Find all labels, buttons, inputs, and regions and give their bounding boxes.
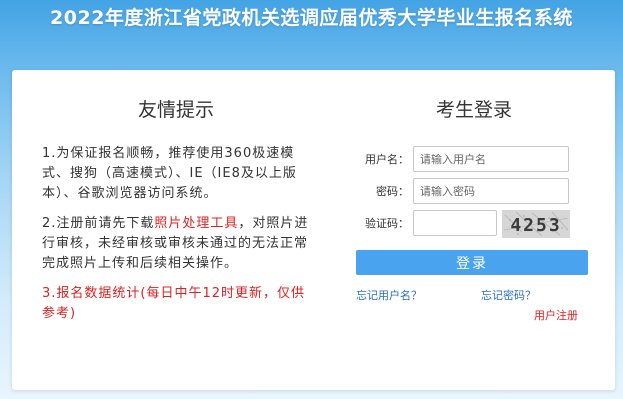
username-row: 用户名：: [354, 146, 594, 174]
notice-item-2-before: 2.注册前请先下载: [42, 216, 155, 231]
notice-item-3-stats-link[interactable]: 3.报名数据统计(每日中午12时更新，仅供参考): [42, 284, 310, 324]
captcha-label: 验证码：: [365, 217, 409, 230]
page-title: 2022年度浙江省党政机关选调应届优秀大学毕业生报名系统: [50, 7, 573, 29]
login-links: 忘记用户名？ 忘记密码？: [356, 289, 588, 303]
password-input[interactable]: [413, 178, 569, 204]
username-input[interactable]: [413, 146, 569, 172]
notice-title: 友情提示: [137, 99, 214, 121]
captcha-input[interactable]: [413, 210, 497, 236]
forgot-password-link[interactable]: 忘记密码？: [481, 289, 536, 303]
notice-panel: 友情提示 1.为保证报名顺畅，推荐使用360极速模式、搜狗（高速模式）、IE（I…: [42, 96, 310, 334]
captcha-row: 验证码： 4253: [354, 210, 594, 238]
notice-item-2: 2.注册前请先下载照片处理工具，对照片进行审核，未经审核或审核未通过的无法正常完…: [42, 214, 310, 274]
login-button[interactable]: 登录: [356, 250, 588, 275]
notice-item-1: 1.为保证报名顺畅，推荐使用360极速模式、搜狗（高速模式）、IE（IE8及以上…: [42, 146, 297, 201]
forgot-username-link[interactable]: 忘记用户名？: [356, 289, 422, 303]
username-label: 用户名：: [365, 153, 409, 166]
photo-tool-link[interactable]: 照片处理工具: [154, 216, 238, 231]
captcha-text: 4253: [510, 215, 561, 236]
page-header: 2022年度浙江省党政机关选调应届优秀大学毕业生报名系统: [0, 0, 623, 38]
login-panel: 考生登录 用户名： 密码： 验证码：: [354, 96, 594, 322]
login-title: 考生登录: [435, 99, 512, 121]
register-link[interactable]: 用户注册: [534, 309, 578, 323]
captcha-image[interactable]: 4253: [502, 210, 570, 238]
main-card: 友情提示 1.为保证报名顺畅，推荐使用360极速模式、搜狗（高速模式）、IE（I…: [12, 70, 615, 390]
password-row: 密码：: [354, 178, 594, 206]
password-label: 密码：: [376, 185, 409, 198]
